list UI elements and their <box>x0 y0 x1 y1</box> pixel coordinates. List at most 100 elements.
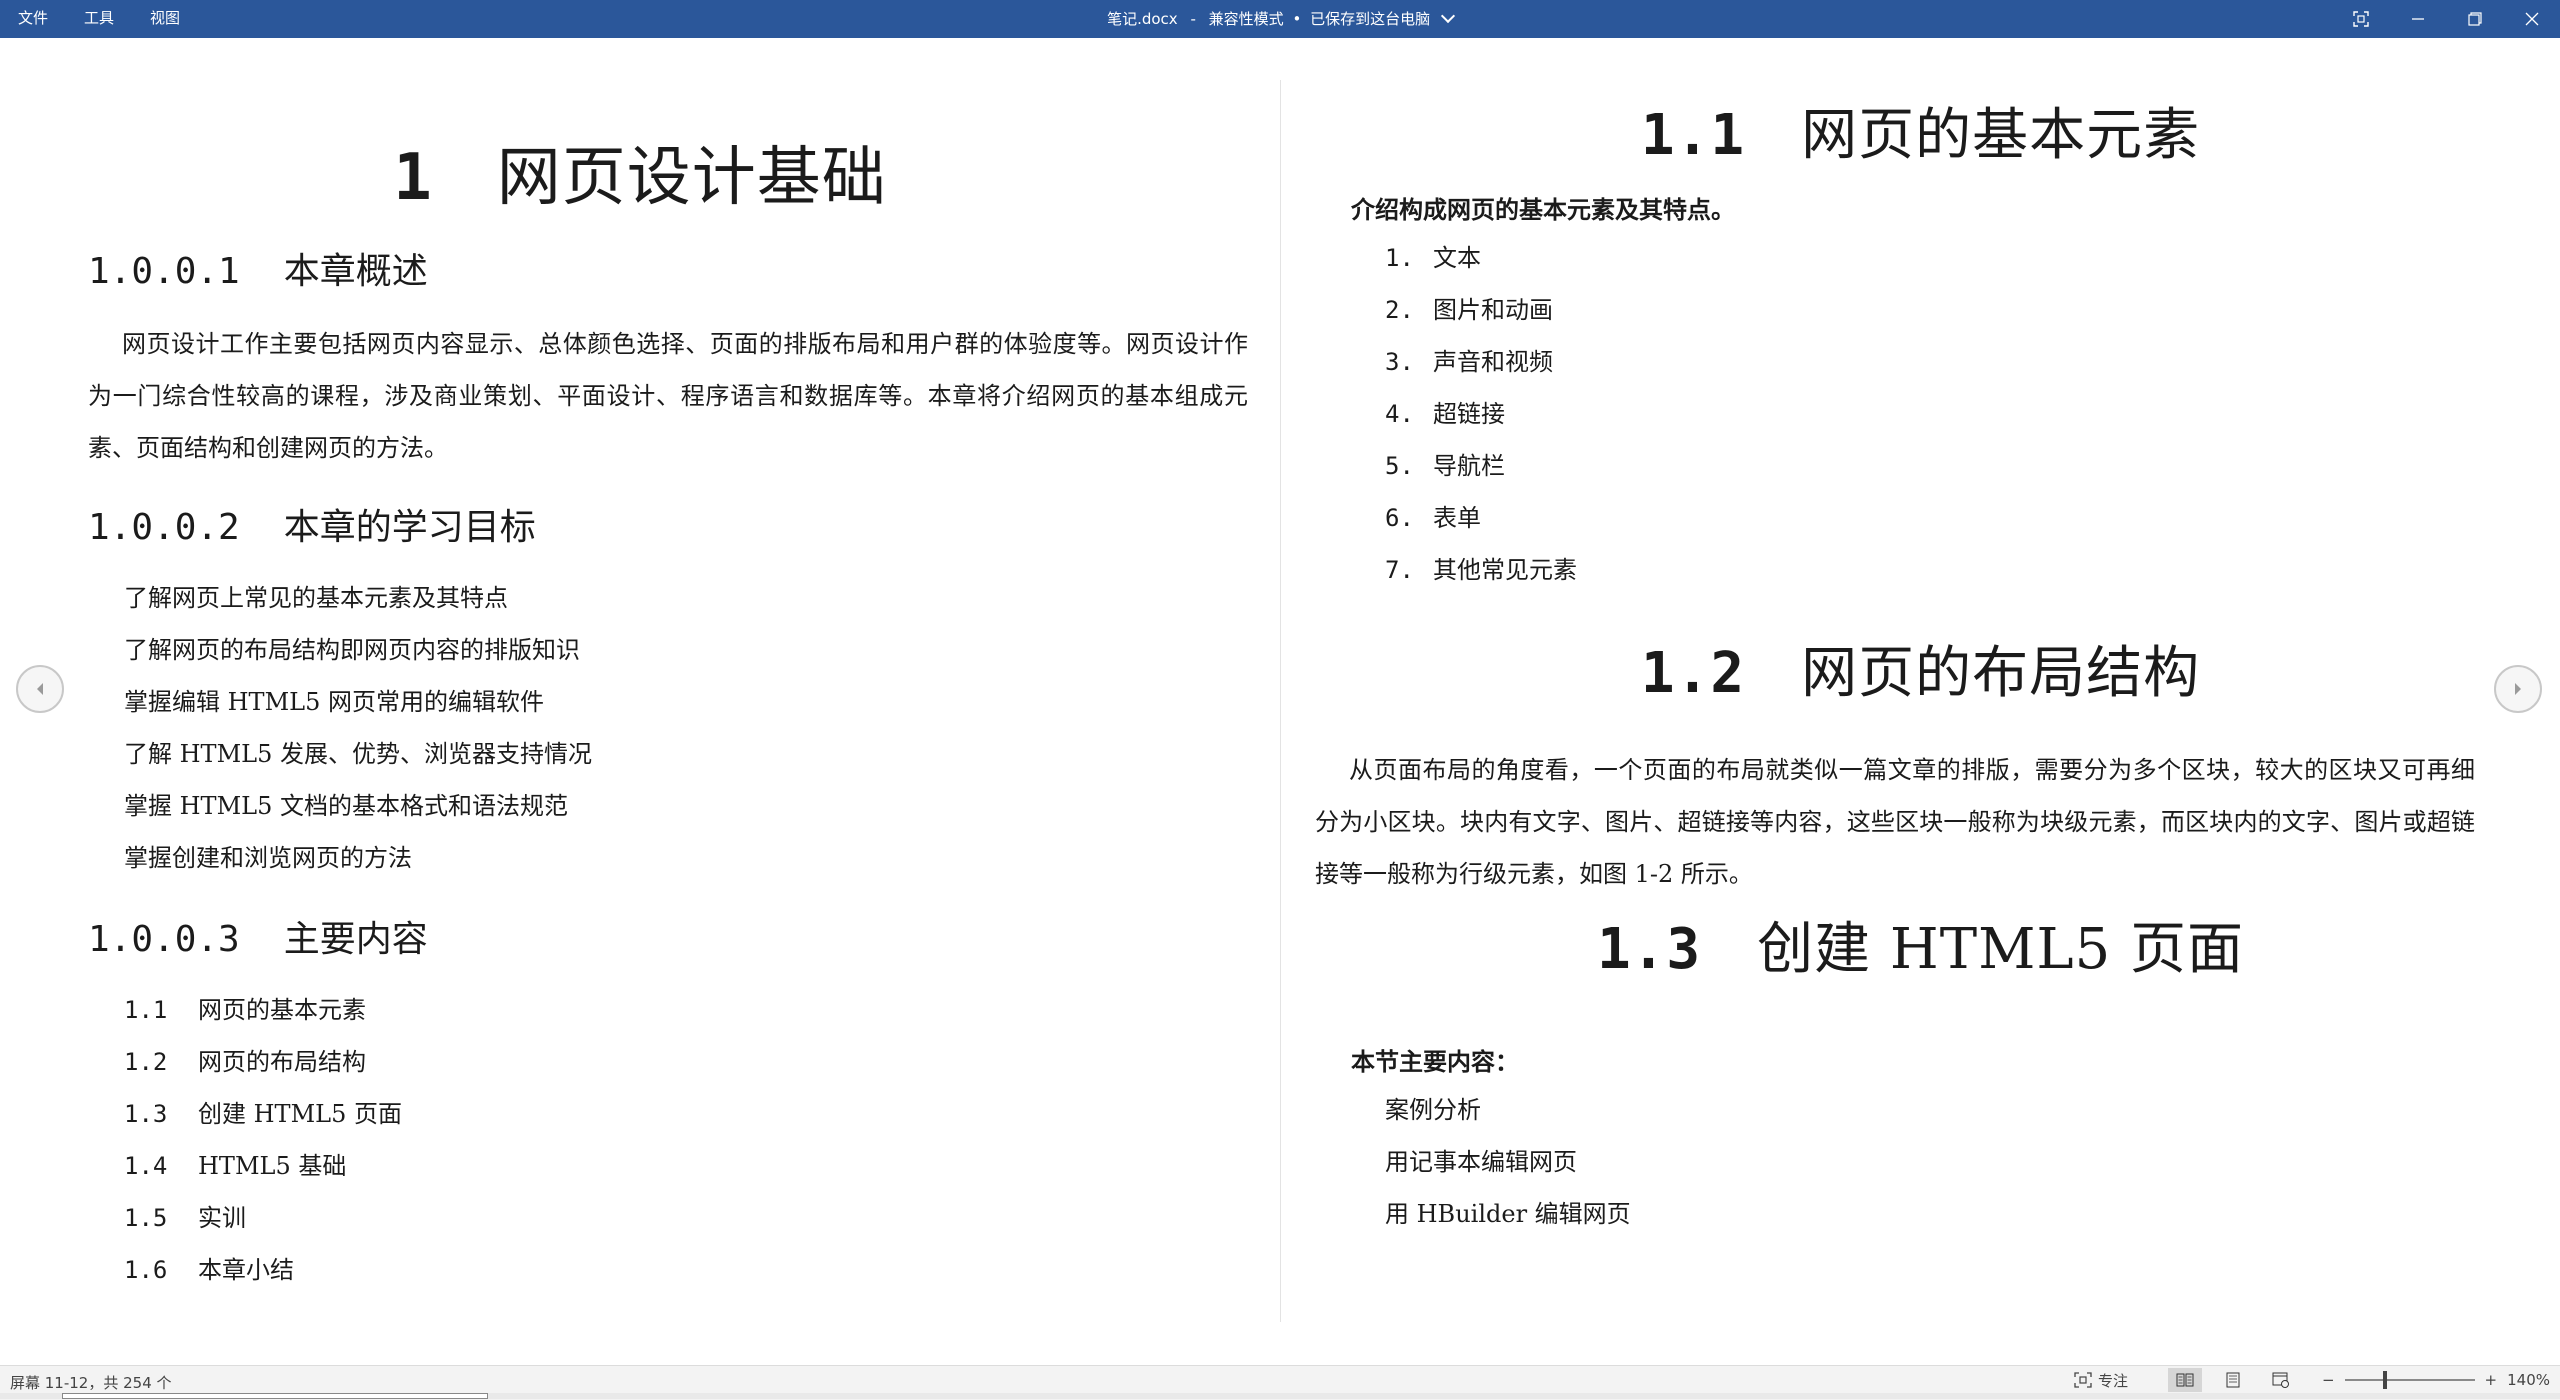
elements-item: 4. 超链接 <box>1385 388 1577 440</box>
elements-item: 2. 图片和动画 <box>1385 284 1577 336</box>
menu-view[interactable]: 视图 <box>132 0 198 38</box>
zoom-level[interactable]: 140% <box>2507 1371 2550 1389</box>
contents-title: HTML5 基础 <box>198 1152 347 1180</box>
goal-item: 了解网页上常见的基本元素及其特点 <box>124 584 508 612</box>
focus-button[interactable]: 专注 <box>2074 1370 2128 1391</box>
elements-item: 1. 文本 <box>1385 232 1577 284</box>
compat-mode-label: 兼容性模式 <box>1208 10 1284 28</box>
item-text: 其他常见元素 <box>1433 556 1577 584</box>
section-1-3-item: 案例分析 <box>1385 1096 1481 1124</box>
section-1-3-heading: 1.3 创建 HTML5 页面 <box>1281 904 2560 985</box>
section-title: 本章的学习目标 <box>283 507 536 548</box>
chevron-left-icon <box>37 683 43 695</box>
item-text: 图片和动画 <box>1433 296 1553 324</box>
zoom-slider-thumb[interactable] <box>2382 1371 2387 1389</box>
web-layout-button[interactable] <box>2264 1368 2298 1392</box>
section-1-3-item: 用记事本编辑网页 <box>1385 1148 1577 1176</box>
menu-tools[interactable]: 工具 <box>66 0 132 38</box>
section-1-3-intro: 本节主要内容： <box>1351 1047 1519 1076</box>
left-page: 1 网页设计基础 1.0.0.1 本章概述 网页设计工作主要包括网页内容显示、总体颜… <box>0 38 1280 1365</box>
contents-title: 创建 HTML5 页面 <box>198 1100 402 1128</box>
save-status[interactable]: 已保存到这台电脑 <box>1310 10 1430 28</box>
section-heading-contents: 1.0.0.3 主要内容 <box>88 910 428 962</box>
goal-item: 了解 HTML5 发展、优势、浏览器支持情况 <box>124 740 592 768</box>
book-icon <box>2176 1373 2194 1387</box>
item-text: 导航栏 <box>1433 452 1505 480</box>
contents-number: 1.3 <box>124 1100 168 1128</box>
section-1-3-item: 用 HBuilder 编辑网页 <box>1385 1200 1631 1228</box>
zoom-slider[interactable] <box>2344 1371 2475 1389</box>
contents-number: 1.5 <box>124 1204 168 1232</box>
title-separator: - <box>1190 10 1196 28</box>
elements-item: 6. 表单 <box>1385 492 1577 544</box>
fullscreen-icon <box>2352 11 2369 27</box>
item-text: 声音和视频 <box>1433 348 1553 376</box>
web-layout-icon <box>2272 1372 2289 1388</box>
previous-page-button[interactable] <box>16 665 64 713</box>
contents-item: 1.6 本章小结 <box>124 1244 402 1296</box>
taskbar-item[interactable] <box>62 1393 488 1399</box>
menu-file[interactable]: 文件 <box>0 0 66 38</box>
contents-number: 1.1 <box>124 996 168 1024</box>
document-filename: 笔记.docx <box>1107 10 1178 28</box>
zoom-in-button[interactable]: + <box>2485 1371 2498 1389</box>
elements-item: 7. 其他常见元素 <box>1385 544 1577 596</box>
section-number: 1.3 <box>1596 917 1702 982</box>
read-mode-button[interactable] <box>2167 1368 2202 1392</box>
contents-item: 1.2 网页的布局结构 <box>124 1036 402 1088</box>
section-title: 主要内容 <box>283 919 428 960</box>
item-text: 超链接 <box>1433 400 1505 428</box>
section-1-1-heading: 1.1 网页的基本元素 <box>1281 90 2560 171</box>
contents-item: 1.5 实训 <box>124 1192 402 1244</box>
contents-title: 网页的基本元素 <box>198 996 366 1024</box>
title-bar: 文件 工具 视图 笔记.docx - 兼容性模式 • 已保存到这台电脑 <box>0 0 2560 38</box>
item-number: 2. <box>1385 296 1414 324</box>
print-layout-button[interactable] <box>2216 1368 2250 1392</box>
contents-number: 1.4 <box>124 1152 168 1180</box>
zoom-control: − + 140% <box>2322 1371 2550 1389</box>
section-title: 网页的基本元素 <box>1801 103 2201 168</box>
layout-paragraph: 从页面布局的角度看，一个页面的布局就类似一篇文章的排版，需要分为多个区块，较大的… <box>1315 756 2475 888</box>
section-1-1-intro: 介绍构成网页的基本元素及其特点。 <box>1351 195 1735 224</box>
contents-number: 1.6 <box>124 1256 168 1284</box>
section-title: 创建 HTML5 页面 <box>1757 917 2245 982</box>
close-icon <box>2525 12 2538 26</box>
overview-paragraph: 网页设计工作主要包括网页内容显示、总体颜色选择、页面的排版布局和用户群的体验度等… <box>88 330 1248 462</box>
right-page: 1.1 网页的基本元素 介绍构成网页的基本元素及其特点。 1. 文本 2. 图片和动画… <box>1281 38 2560 1365</box>
section-number: 1.2 <box>1640 641 1746 706</box>
contents-title: 网页的布局结构 <box>198 1048 366 1076</box>
minimize-button[interactable] <box>2389 0 2446 38</box>
restore-icon <box>2467 12 2482 26</box>
contents-item: 1.3 创建 HTML5 页面 <box>124 1088 402 1140</box>
item-text: 文本 <box>1433 244 1481 272</box>
close-button[interactable] <box>2503 0 2560 38</box>
contents-list: 1.1 网页的基本元素 1.2 网页的布局结构 1.3 创建 HTML5 页面 1.4… <box>124 984 402 1296</box>
zoom-out-button[interactable]: − <box>2322 1371 2335 1389</box>
contents-item: 1.4 HTML5 基础 <box>124 1140 402 1192</box>
chevron-down-icon[interactable] <box>1440 8 1455 24</box>
section-number: 1.0.0.1 <box>88 251 240 292</box>
fullscreen-button[interactable] <box>2332 0 2389 38</box>
section-heading-overview: 1.0.0.1 本章概述 <box>88 242 428 294</box>
contents-title: 实训 <box>198 1204 246 1232</box>
contents-title: 本章小结 <box>198 1256 294 1284</box>
goal-item: 掌握创建和浏览网页的方法 <box>124 844 412 872</box>
section-1-2-heading: 1.2 网页的布局结构 <box>1281 628 2560 709</box>
section-number: 1.0.0.2 <box>88 507 240 548</box>
contents-item: 1.1 网页的基本元素 <box>124 984 402 1036</box>
goal-item: 了解网页的布局结构即网页内容的排版知识 <box>124 636 580 664</box>
item-number: 4. <box>1385 400 1414 428</box>
title-dot: • <box>1292 10 1302 28</box>
section-number: 1.1 <box>1640 103 1746 168</box>
focus-icon <box>2074 1372 2092 1388</box>
menu-bar: 文件 工具 视图 <box>0 0 198 38</box>
chevron-right-icon <box>2515 683 2521 695</box>
next-page-button[interactable] <box>2494 665 2542 713</box>
item-number: 7. <box>1385 556 1414 584</box>
elements-item: 3. 声音和视频 <box>1385 336 1577 388</box>
section-title: 网页的布局结构 <box>1801 641 2201 706</box>
section-heading-goals: 1.0.0.2 本章的学习目标 <box>88 498 536 550</box>
restore-button[interactable] <box>2446 0 2503 38</box>
chapter-number: 1 <box>393 141 433 215</box>
item-number: 5. <box>1385 452 1414 480</box>
